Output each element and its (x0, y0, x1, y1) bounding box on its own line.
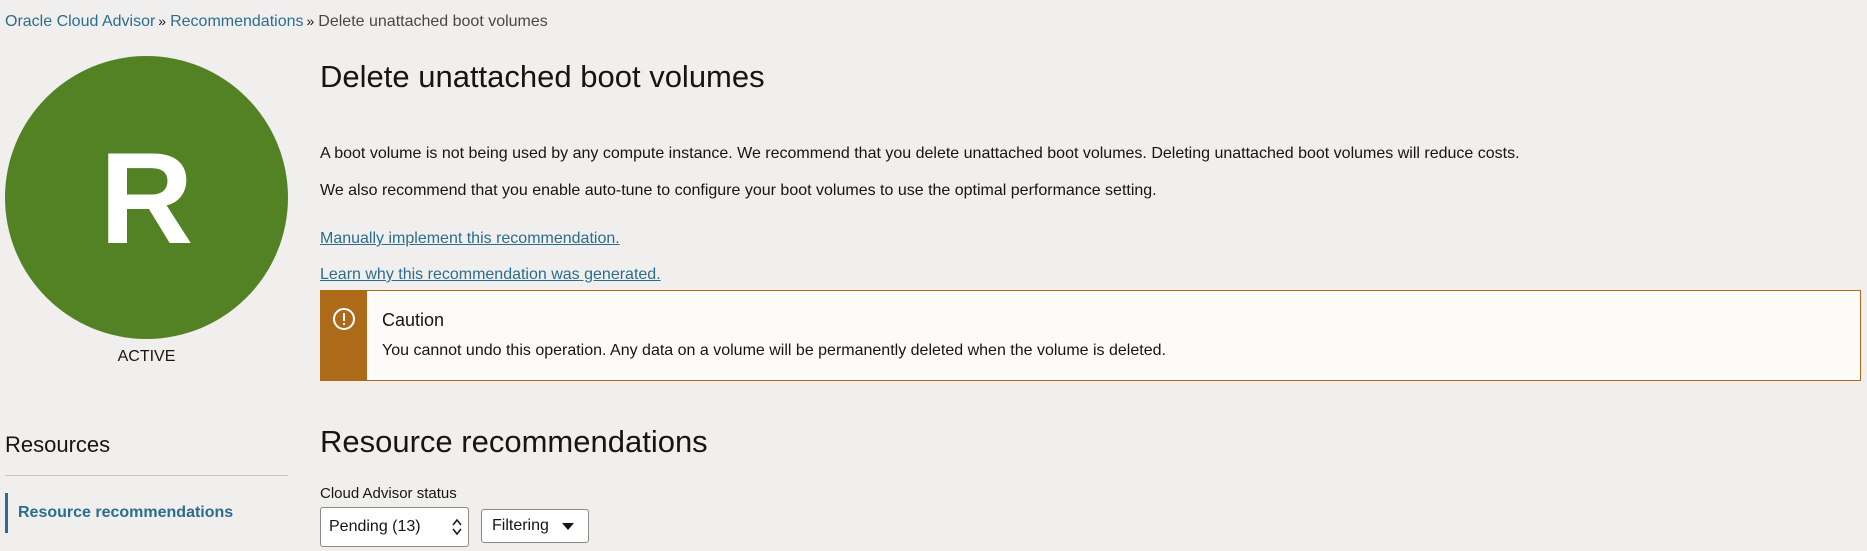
filtering-dropdown-button[interactable]: Filtering (481, 509, 589, 543)
caution-banner: Caution You cannot undo this operation. … (320, 290, 1861, 381)
caution-title: Caution (382, 310, 445, 330)
breadcrumb-current: Delete unattached boot volumes (318, 13, 548, 30)
nav-item-resource-recommendations[interactable]: Resource recommendations (5, 493, 288, 533)
resource-recommendations-title: Resource recommendations (320, 424, 708, 459)
status-select[interactable]: Pending (13) (320, 507, 469, 547)
description-text-2: We also recommend that you enable auto-t… (320, 182, 1157, 199)
status-select-value: Pending (13) (329, 518, 421, 535)
avatar-letter: R (99, 124, 194, 271)
breadcrumb-link-cloud-advisor[interactable]: Oracle Cloud Advisor (5, 13, 155, 30)
resources-heading: Resources (5, 432, 111, 457)
caution-text: You cannot undo this operation. Any data… (382, 342, 1166, 359)
filtering-button-label: Filtering (492, 517, 549, 534)
caret-down-icon (562, 523, 574, 530)
status-filter-label: Cloud Advisor status (320, 485, 457, 502)
page-title: Delete unattached boot volumes (320, 59, 765, 94)
select-chevron-icon (452, 518, 462, 536)
learn-why-link[interactable]: Learn why this recommendation was genera… (320, 266, 661, 284)
description-text-1: A boot volume is not being used by any c… (320, 145, 1520, 162)
resources-divider (5, 475, 288, 476)
breadcrumb-separator: » (158, 13, 167, 29)
recommendation-avatar: R (5, 56, 288, 339)
breadcrumb-separator: » (306, 13, 315, 29)
manually-implement-link[interactable]: Manually implement this recommendation. (320, 230, 620, 248)
exclamation-circle-icon (333, 308, 355, 330)
breadcrumb: Oracle Cloud Advisor» Recommendations» Del… (5, 13, 548, 31)
caution-bar (321, 291, 367, 380)
status-label: ACTIVE (117, 348, 176, 365)
breadcrumb-link-recommendations[interactable]: Recommendations (170, 13, 303, 30)
